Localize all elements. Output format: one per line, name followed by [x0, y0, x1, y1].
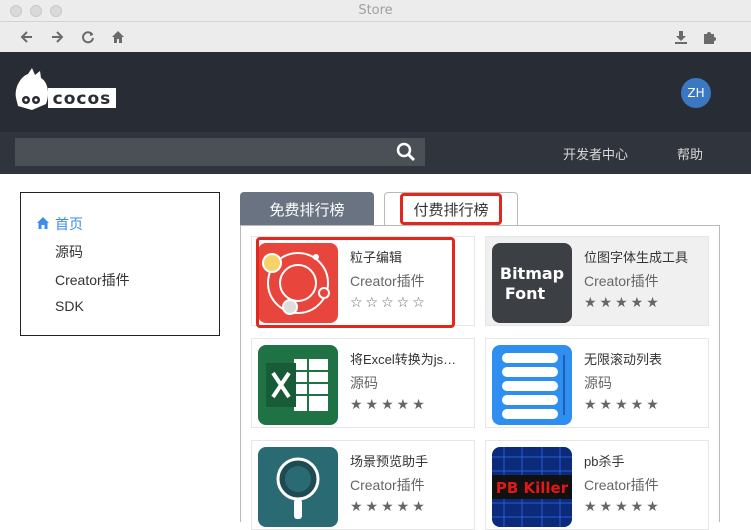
sidebar-home-icon: [37, 217, 49, 229]
svg-text:Font: Font: [505, 284, 546, 303]
sidebar-item-source[interactable]: 源码: [55, 242, 83, 262]
extension-icon[interactable]: [700, 28, 718, 46]
svg-text:cocos: cocos: [53, 89, 112, 109]
pb-killer-icon: PB Killer: [492, 447, 572, 527]
app-category: Creator插件: [350, 477, 425, 493]
user-avatar[interactable]: ZH: [681, 78, 711, 108]
rating-stars: ★★★★★: [584, 499, 662, 515]
app-card[interactable]: 场景预览助手 Creator插件 ★★★★★: [251, 440, 475, 530]
svg-text:PB Killer: PB Killer: [496, 479, 569, 497]
sidebar-item-home[interactable]: 首页: [55, 214, 83, 234]
nav-help[interactable]: 帮助: [677, 144, 703, 163]
app-category: 源码: [584, 375, 612, 391]
app-card[interactable]: PB Killer pb杀手 Creator插件 ★★★★★: [485, 440, 709, 530]
nav-developer-center[interactable]: 开发者中心: [563, 144, 628, 163]
app-card[interactable]: 将Excel转换为js… 源码 ★★★★★: [251, 338, 475, 428]
search-icon[interactable]: [396, 142, 416, 162]
app-name: 场景预览助手: [350, 454, 429, 469]
browser-toolbar: [0, 22, 751, 52]
site-header: cocos: [0, 52, 751, 132]
rating-stars: ★★★★★: [584, 397, 662, 413]
card-highlight-box: [256, 237, 455, 328]
forward-arrow-icon[interactable]: [48, 28, 66, 46]
app-name: 将Excel转换为js…: [350, 352, 457, 367]
rating-stars: ★★★★★: [350, 499, 428, 515]
window-titlebar: Store: [0, 0, 751, 22]
cocos-logo[interactable]: cocos: [14, 68, 118, 112]
app-card[interactable]: 无限滚动列表 源码 ★★★★★: [485, 338, 709, 428]
home-icon[interactable]: [109, 28, 127, 46]
sidebar: 首页 源码 Creator插件 SDK: [20, 192, 220, 336]
app-name: 位图字体生成工具: [584, 250, 689, 265]
bitmap-font-icon: Bitmap Font: [492, 243, 572, 323]
rating-stars: ★★★★★: [350, 397, 428, 413]
app-category: Creator插件: [584, 273, 659, 289]
refresh-icon[interactable]: [79, 28, 97, 46]
tab-free-ranking[interactable]: 免费排行榜: [240, 192, 374, 226]
sidebar-item-creator-plugins[interactable]: Creator插件: [55, 270, 130, 290]
app-card[interactable]: Bitmap Font 位图字体生成工具 Creator插件 ★★★★★: [485, 236, 709, 326]
svg-text:Bitmap: Bitmap: [500, 264, 564, 283]
sidebar-item-sdk[interactable]: SDK: [55, 298, 84, 314]
window-title: Store: [358, 3, 393, 18]
search-input[interactable]: [15, 138, 425, 166]
tab-highlight-box: [400, 193, 502, 225]
scene-preview-icon: [258, 447, 338, 527]
download-icon[interactable]: [672, 28, 690, 46]
app-name: pb杀手: [584, 454, 625, 469]
scroll-list-icon: [492, 345, 572, 425]
back-arrow-icon[interactable]: [18, 28, 36, 46]
app-name: 无限滚动列表: [584, 352, 663, 367]
app-category: 源码: [350, 375, 378, 391]
rating-stars: ★★★★★: [584, 295, 662, 311]
app-category: Creator插件: [584, 477, 659, 493]
excel-icon: [258, 345, 338, 425]
